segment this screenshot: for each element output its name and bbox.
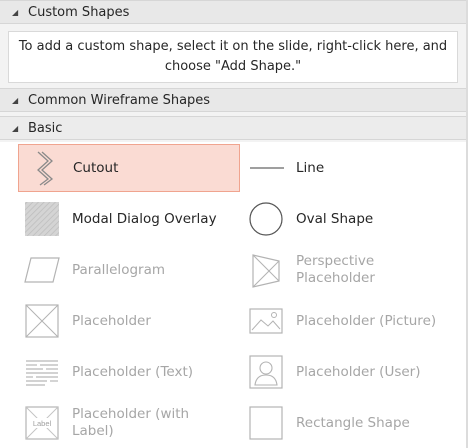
- shape-label: Placeholder (with Label): [72, 406, 190, 439]
- collapse-triangle-icon: ◢: [12, 7, 19, 17]
- section-common-wireframe-label: Common Wireframe Shapes: [28, 92, 211, 108]
- shape-label: Perspective Placeholder: [296, 253, 375, 286]
- user-icon: [246, 352, 286, 392]
- placeholder-icon: [22, 301, 62, 341]
- shape-rectangle[interactable]: Rectangle Shape: [242, 399, 464, 447]
- shape-line[interactable]: Line: [242, 144, 464, 192]
- shape-perspective-placeholder[interactable]: Perspective Placeholder: [242, 246, 464, 294]
- shape-oval[interactable]: Oval Shape: [242, 195, 464, 243]
- line-icon: [246, 148, 286, 188]
- custom-shapes-message-text: To add a custom shape, select it on the …: [18, 39, 448, 74]
- oval-icon: [246, 199, 286, 239]
- shape-label: Rectangle Shape: [296, 414, 410, 431]
- shape-label: Placeholder (Picture): [296, 312, 437, 329]
- overlay-icon: [22, 199, 62, 239]
- rectangle-icon: [246, 403, 286, 443]
- picture-icon: [246, 301, 286, 341]
- label-icon-text: Label: [33, 419, 52, 428]
- custom-shapes-message: To add a custom shape, select it on the …: [8, 31, 458, 83]
- shape-placeholder-with-label[interactable]: Label Placeholder (with Label): [18, 399, 240, 447]
- shape-cutout[interactable]: Cutout: [18, 144, 240, 192]
- shape-label: Placeholder (User): [296, 363, 421, 380]
- label-icon: Label: [22, 403, 62, 443]
- shape-parallelogram[interactable]: Parallelogram: [18, 246, 240, 294]
- shape-placeholder-user[interactable]: Placeholder (User): [242, 348, 464, 396]
- shape-label: Placeholder: [72, 312, 151, 329]
- section-custom-shapes-label: Custom Shapes: [28, 4, 130, 20]
- shape-label: Oval Shape: [296, 210, 374, 227]
- shape-modal-dialog-overlay[interactable]: Modal Dialog Overlay: [18, 195, 240, 243]
- shape-label: Line: [296, 159, 325, 176]
- shape-placeholder[interactable]: Placeholder: [18, 297, 240, 345]
- collapse-triangle-icon: ◢: [12, 123, 19, 133]
- shape-label: Placeholder (Text): [72, 363, 194, 380]
- shape-label: Parallelogram: [72, 261, 165, 278]
- shape-label: Cutout: [73, 159, 119, 176]
- section-custom-shapes[interactable]: ◢ Custom Shapes: [0, 0, 466, 24]
- section-basic[interactable]: ◢ Basic: [0, 116, 466, 140]
- perspective-placeholder-icon: [246, 250, 286, 290]
- shape-placeholder-text[interactable]: Placeholder (Text): [18, 348, 240, 396]
- shape-placeholder-picture[interactable]: Placeholder (Picture): [242, 297, 464, 345]
- section-basic-label: Basic: [28, 120, 63, 136]
- text-lines-icon: [22, 352, 62, 392]
- section-common-wireframe[interactable]: ◢ Common Wireframe Shapes: [0, 88, 466, 112]
- shape-label: Modal Dialog Overlay: [72, 210, 217, 227]
- shapes-grid: Cutout Line Modal Dialog Overlay Oval Sh…: [0, 142, 466, 448]
- parallelogram-icon: [22, 250, 62, 290]
- collapse-triangle-icon: ◢: [12, 95, 19, 105]
- cutout-icon: [23, 148, 63, 188]
